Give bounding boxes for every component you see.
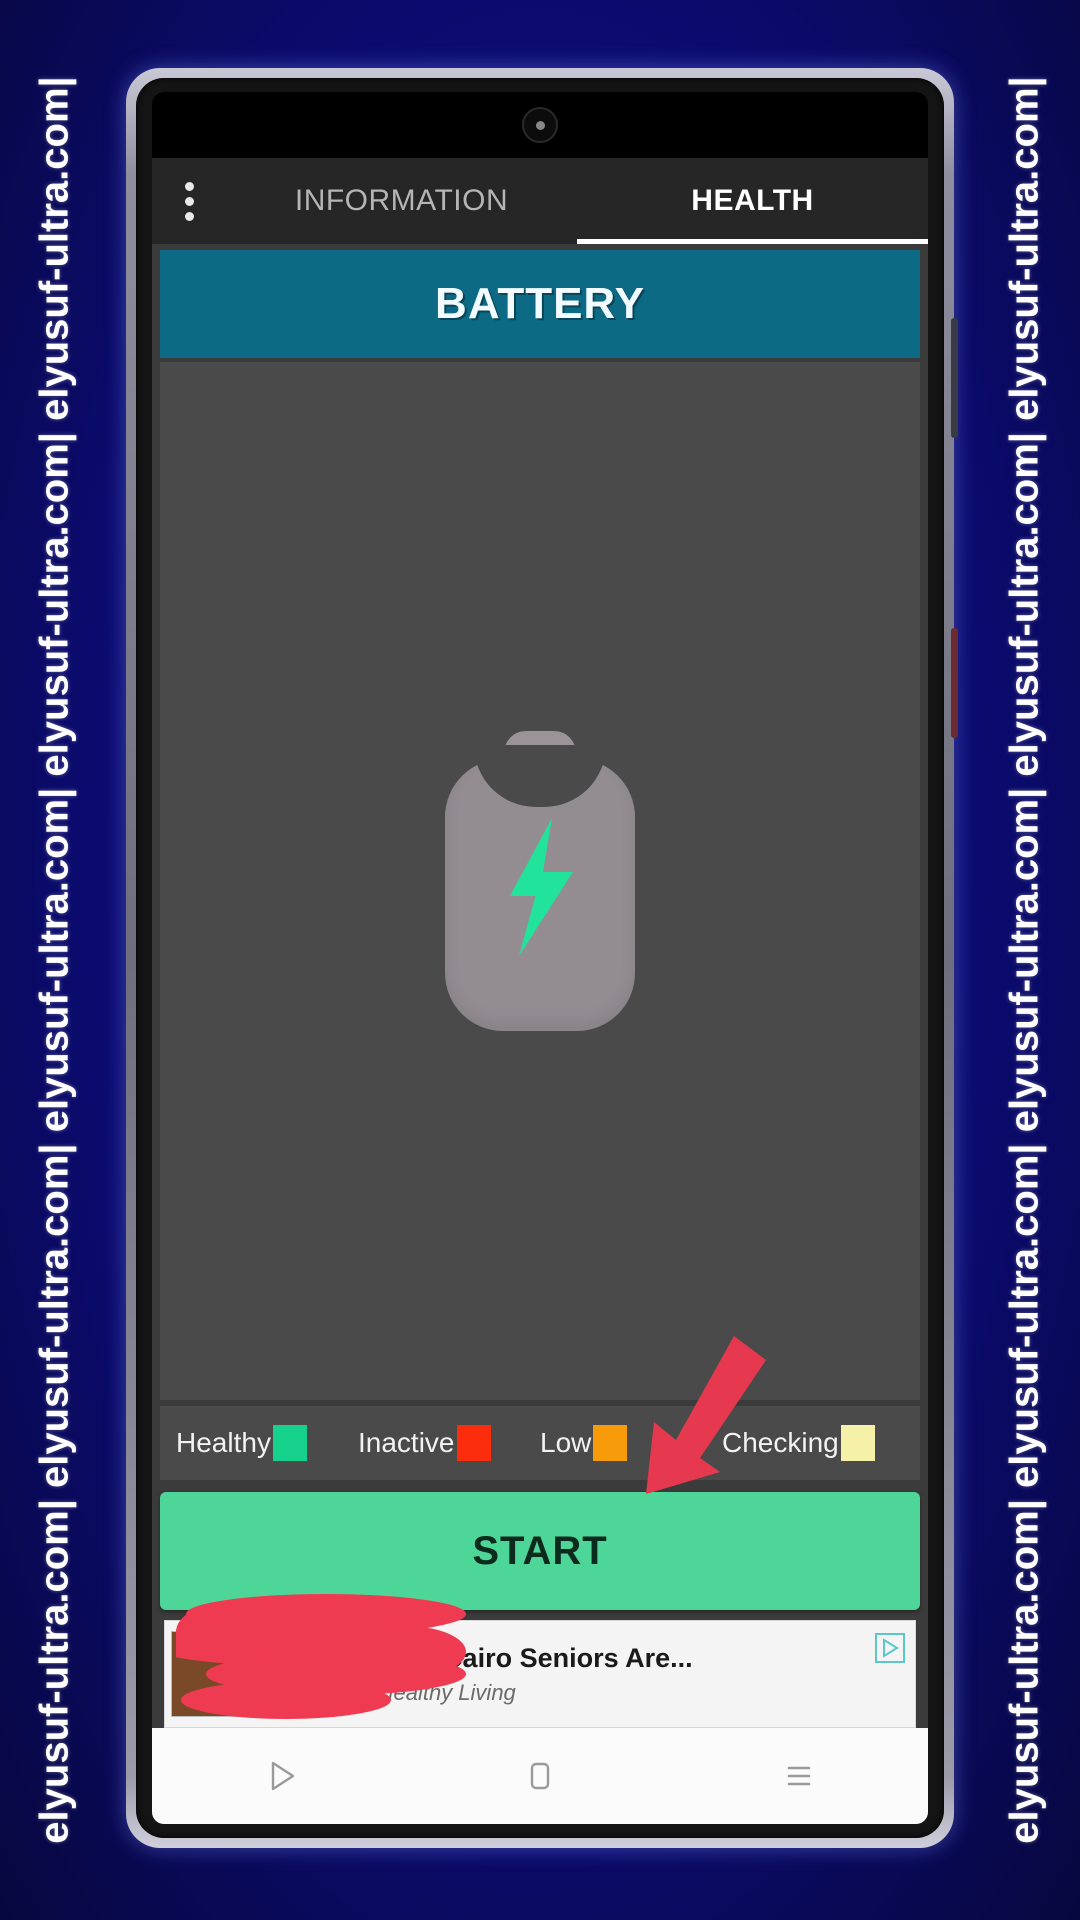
legend-swatch-healthy: [272, 1425, 307, 1461]
legend-swatch-inactive: [456, 1425, 491, 1461]
legend-label-low: Low: [540, 1427, 592, 1458]
legend-label-checking: Checking: [722, 1427, 839, 1458]
status-legend: Healthy Inactive Low Checking: [160, 1406, 920, 1480]
watermark-left: elyusuf-ultra.com| elyusuf-ultra.com| el…: [0, 0, 110, 1920]
adchoices-icon[interactable]: [875, 1633, 905, 1663]
legend-item-low: Low: [540, 1425, 722, 1461]
phone-device-frame: INFORMATION HEALTH BATTERY Healthy Inact…: [126, 68, 958, 1848]
legend-label-healthy: Healthy: [176, 1427, 271, 1458]
volume-button[interactable]: [951, 318, 958, 438]
tab-health[interactable]: HEALTH: [577, 158, 928, 244]
start-button-label: START: [472, 1528, 608, 1573]
recents-menu-icon: [787, 1766, 810, 1786]
watermark-bottom: [0, 1874, 1080, 1920]
legend-item-healthy: Healthy: [176, 1425, 358, 1461]
ad-title: red Saunas: Cairo Seniors Are...: [281, 1642, 693, 1673]
overflow-menu-button[interactable]: [152, 158, 226, 244]
ad-sponsor: sored by: Healthy Living: [281, 1679, 516, 1705]
battery-charging-icon: [445, 731, 635, 1031]
back-triangle-icon: [272, 1761, 295, 1791]
lightning-bolt-icon: [510, 818, 573, 956]
front-camera-icon: [522, 107, 558, 143]
battery-banner-title: BATTERY: [435, 279, 645, 328]
tab-bar: INFORMATION HEALTH: [152, 158, 928, 244]
nav-recents-button[interactable]: [669, 1755, 928, 1797]
home-square-icon: [530, 1762, 550, 1790]
nav-back-button[interactable]: [152, 1755, 411, 1797]
watermark-text-left: elyusuf-ultra.com| elyusuf-ultra.com| el…: [32, 76, 77, 1844]
tab-information[interactable]: INFORMATION: [226, 158, 577, 244]
nav-home-button[interactable]: [411, 1755, 670, 1797]
ad-text-block: red Saunas: Cairo Seniors Are... sored b…: [267, 1643, 915, 1706]
legend-item-inactive: Inactive: [358, 1425, 540, 1461]
legend-swatch-checking: [840, 1425, 875, 1461]
watermark-right: elyusuf-ultra.com| elyusuf-ultra.com| el…: [970, 0, 1080, 1920]
phone-screen: INFORMATION HEALTH BATTERY Healthy Inact…: [152, 92, 928, 1824]
tab-information-label: INFORMATION: [294, 184, 509, 217]
legend-item-checking: Checking: [722, 1425, 904, 1461]
ad-banner[interactable]: red Saunas: Cairo Seniors Are... sored b…: [164, 1620, 916, 1728]
ad-thumbnail: [171, 1631, 267, 1717]
phone-bezel: INFORMATION HEALTH BATTERY Healthy Inact…: [136, 78, 944, 1838]
legend-swatch-low: [593, 1425, 628, 1461]
android-nav-bar: [152, 1728, 928, 1824]
status-bar: [152, 92, 928, 158]
battery-illustration-area: [160, 362, 920, 1400]
power-button[interactable]: [951, 628, 958, 738]
watermark-text-right: elyusuf-ultra.com| elyusuf-ultra.com| el…: [1002, 76, 1047, 1844]
camera-lens: [535, 120, 545, 130]
start-button[interactable]: START: [160, 1492, 920, 1610]
legend-label-inactive: Inactive: [358, 1427, 455, 1458]
three-dots-icon: [184, 181, 194, 221]
tab-health-label: HEALTH: [691, 184, 814, 217]
battery-banner: BATTERY: [160, 250, 920, 358]
